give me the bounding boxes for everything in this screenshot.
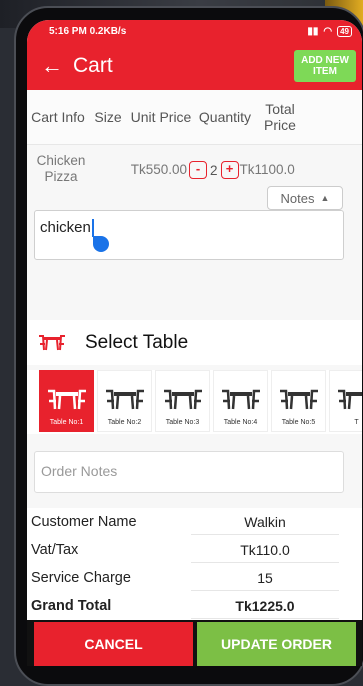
chevron-up-icon: ▲ (320, 193, 330, 203)
table-icon (221, 389, 260, 410)
page-title: Cart (73, 54, 113, 77)
add-new-item-button[interactable]: ADD NEW ITEM (294, 50, 356, 82)
order-summary: Customer Name Walkin Vat/Tax Tk110.0 Ser… (27, 508, 362, 620)
summary-row-grand-total: Grand Total Tk1225.0 (27, 592, 362, 620)
table-option-1[interactable]: Table No:1 (39, 370, 94, 432)
summary-label: Grand Total (31, 598, 112, 614)
column-size: Size (94, 109, 122, 125)
status-bar: 5:16 PM 0.2KB/s ▮▮ ◠ 49 (27, 20, 362, 42)
table-option-6[interactable]: T (329, 370, 362, 432)
order-notes-placeholder: Order Notes (41, 463, 118, 479)
table-icon (163, 389, 202, 410)
item-quantity: 2 (210, 162, 218, 178)
text-cursor (91, 219, 94, 238)
summary-label: Customer Name (31, 514, 137, 530)
app-bar: ← Cart ADD NEW ITEM (27, 42, 362, 90)
summary-row-vat: Vat/Tax Tk110.0 (27, 536, 362, 564)
back-arrow-icon[interactable]: ← (41, 55, 63, 77)
column-cart-info: Cart Info (31, 109, 85, 125)
summary-row-customer: Customer Name Walkin (27, 508, 362, 536)
item-unit-price: Tk550.00 (130, 162, 187, 177)
notes-toggle[interactable]: Notes ▲ (267, 186, 343, 210)
table-option-2[interactable]: Table No:2 (97, 370, 152, 432)
quantity-stepper: - 2 + (189, 161, 239, 179)
summary-label: Service Charge (31, 570, 131, 586)
table-icon (47, 389, 86, 410)
status-time: 5:16 PM 0.2KB/s (49, 25, 127, 37)
notes-label: Notes (280, 190, 315, 206)
update-order-button[interactable]: UPDATE ORDER (197, 622, 356, 666)
cancel-button[interactable]: CANCEL (34, 622, 193, 666)
column-total-price: Total Price (264, 101, 296, 133)
increase-quantity-button[interactable]: + (220, 161, 239, 179)
vat-value: Tk110.0 (191, 538, 339, 563)
battery-level: 49 (340, 26, 349, 36)
table-option-label: Table No:3 (165, 419, 200, 426)
table-option-label: T (354, 419, 359, 426)
select-table-header: Select Table (27, 320, 362, 365)
customer-name-value[interactable]: Walkin (191, 510, 339, 535)
table-icon (39, 334, 65, 350)
table-option-label: Table No:4 (223, 419, 258, 426)
table-option-label: Table No:5 (281, 419, 316, 426)
signal-icon: ▮▮ (307, 25, 319, 37)
summary-label: Vat/Tax (31, 542, 79, 558)
table-selector: Table No:1 Table No:2 Table No:3 Table N… (27, 370, 362, 434)
battery-icon: 49 (337, 25, 352, 37)
wifi-icon: ◠ (323, 25, 333, 37)
grand-total-value: Tk1225.0 (191, 594, 339, 619)
item-name: Chicken Pizza (36, 153, 86, 184)
column-unit-price: Unit Price (130, 109, 192, 125)
item-total-price: Tk1100.0 (239, 162, 295, 177)
action-bar: CANCEL UPDATE ORDER (27, 620, 362, 666)
text-selection-handle[interactable] (93, 236, 109, 252)
table-option-label: Table No:1 (49, 419, 84, 426)
table-option-4[interactable]: Table No:4 (213, 370, 268, 432)
column-quantity: Quantity (198, 109, 252, 125)
select-table-title: Select Table (85, 331, 189, 353)
item-notes-value: chicken (40, 219, 91, 236)
table-option-label: Table No:2 (107, 419, 142, 426)
order-notes-input[interactable]: Order Notes (34, 451, 344, 493)
item-notes-input[interactable]: chicken (34, 210, 344, 260)
app-screen: 5:16 PM 0.2KB/s ▮▮ ◠ 49 ← Cart ADD NEW I… (27, 20, 362, 666)
table-option-3[interactable]: Table No:3 (155, 370, 210, 432)
table-option-5[interactable]: Table No:5 (271, 370, 326, 432)
cart-item-row: Chicken Pizza Tk550.00 - 2 + Tk1100.0 (27, 145, 362, 191)
table-icon (105, 389, 144, 410)
summary-row-service: Service Charge 15 (27, 564, 362, 592)
cart-table-header: Cart Info Size Unit Price Quantity Total… (27, 90, 362, 145)
table-icon (337, 389, 362, 410)
decrease-quantity-button[interactable]: - (189, 161, 207, 179)
table-icon (279, 389, 318, 410)
service-charge-value[interactable]: 15 (191, 566, 339, 591)
